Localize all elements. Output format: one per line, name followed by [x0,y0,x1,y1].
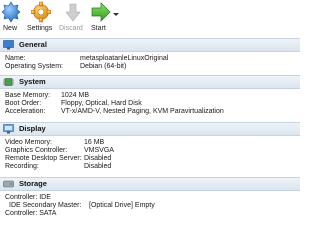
discard-arrow-icon [65,3,81,22]
start-button[interactable]: Start [88,0,114,35]
new-label: New [3,25,18,32]
row-value: Disabled [84,163,112,170]
row-label: Base Memory: [5,92,51,99]
row-label: Controller: IDE [5,194,51,201]
row-label: Video Memory: [5,139,52,146]
main-toolbar: New Settings Discard Start [0,0,300,35]
discard-label: Discard [59,25,83,32]
settings-label: Settings [27,25,53,32]
row-label: Name: [5,55,26,62]
row-value: VT-x/AMD-V, Nested Paging, KVM Paravirtu… [61,108,224,115]
new-button[interactable]: New [0,0,22,35]
row-value: Floppy, Optical, Hard Disk [61,100,142,107]
gear-icon [31,1,51,23]
row-label: Graphics Controller: [5,147,68,154]
system-title: System [19,77,46,86]
system-section-header[interactable]: System [0,75,300,89]
row-label: IDE Secondary Master: [9,202,82,209]
new-machine-icon [1,1,21,23]
row-label: Boot Order: [5,100,42,107]
display-section-header[interactable]: Display [0,122,300,136]
storage-section-header[interactable]: Storage [0,177,300,191]
storage-disk-icon [3,180,14,188]
settings-button[interactable]: Settings [27,0,57,35]
row-label: Operating System: [5,63,63,70]
display-title: Display [19,124,46,133]
start-label: Start [91,25,106,32]
row-value: Disabled [84,155,112,162]
row-value: [Optical Drive] Empty [89,202,155,209]
start-dropdown-icon[interactable] [113,13,119,16]
general-monitor-icon [3,40,14,50]
row-label: Recording: [5,163,39,170]
row-value: 1024 MB [61,92,90,99]
system-chip-icon [3,78,14,86]
row-label: Controller: SATA [5,210,57,217]
row-label: Remote Desktop Server: [5,155,82,162]
storage-title: Storage [19,179,47,188]
general-section-header[interactable]: General [0,38,300,52]
start-arrow-icon [91,2,111,22]
display-monitor-icon [3,124,14,134]
row-value: metasploatanleLinuxOriginal [80,55,169,62]
row-value: 16 MB [84,139,105,146]
discard-button[interactable]: Discard [57,0,87,35]
row-label: Acceleration: [5,108,46,115]
row-value: VMSVGA [84,147,114,154]
row-value: Debian (64-bit) [80,63,127,70]
general-title: General [19,40,47,49]
